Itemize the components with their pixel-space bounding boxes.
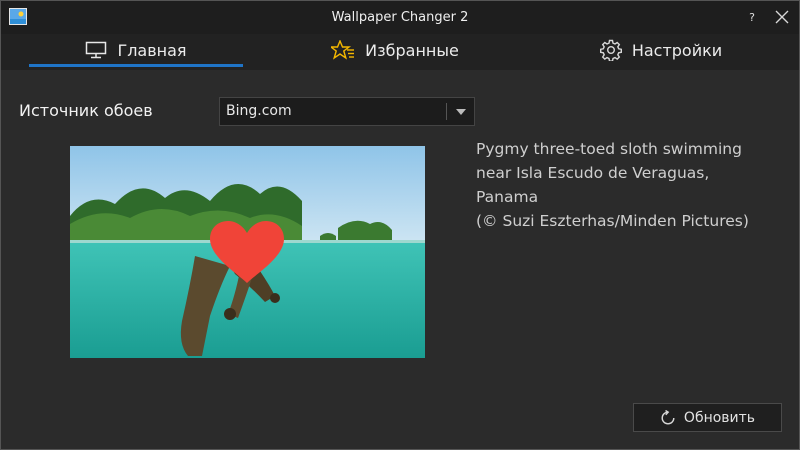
tab-settings[interactable]: Настройки (561, 34, 761, 66)
active-tab-indicator (29, 64, 243, 67)
gear-icon (599, 39, 622, 61)
help-button[interactable]: ? (741, 1, 763, 34)
wallpaper-caption: Pygmy three-toed sloth swimming near Isl… (476, 140, 749, 230)
source-label: Источник обоев (19, 101, 153, 120)
title-bar: Wallpaper Changer 2 ? (1, 1, 799, 34)
chevron-down-icon[interactable] (456, 109, 466, 115)
source-select-value: Bing.com (226, 103, 292, 119)
monitor-icon (86, 41, 107, 59)
source-select[interactable]: Bing.com (219, 97, 475, 126)
window-title: Wallpaper Changer 2 (331, 10, 469, 25)
tab-main[interactable]: Главная (29, 34, 243, 66)
tab-main-label: Главная (117, 40, 187, 60)
star-list-icon (331, 40, 355, 60)
tab-favorites[interactable]: Избранные (287, 34, 503, 66)
refresh-button-label: Обновить (683, 409, 756, 426)
heart-icon[interactable] (208, 219, 286, 285)
tab-settings-label: Настройки (631, 40, 723, 60)
tab-bar: Главная Избранные Настройки (1, 34, 799, 70)
close-icon[interactable] (771, 6, 793, 28)
select-divider (446, 103, 447, 120)
app-window: Wallpaper Changer 2 ? Главная Избранные (0, 0, 800, 450)
tab-favorites-label: Избранные (365, 40, 459, 60)
refresh-button[interactable]: Обновить (633, 403, 782, 432)
refresh-icon (661, 409, 675, 424)
